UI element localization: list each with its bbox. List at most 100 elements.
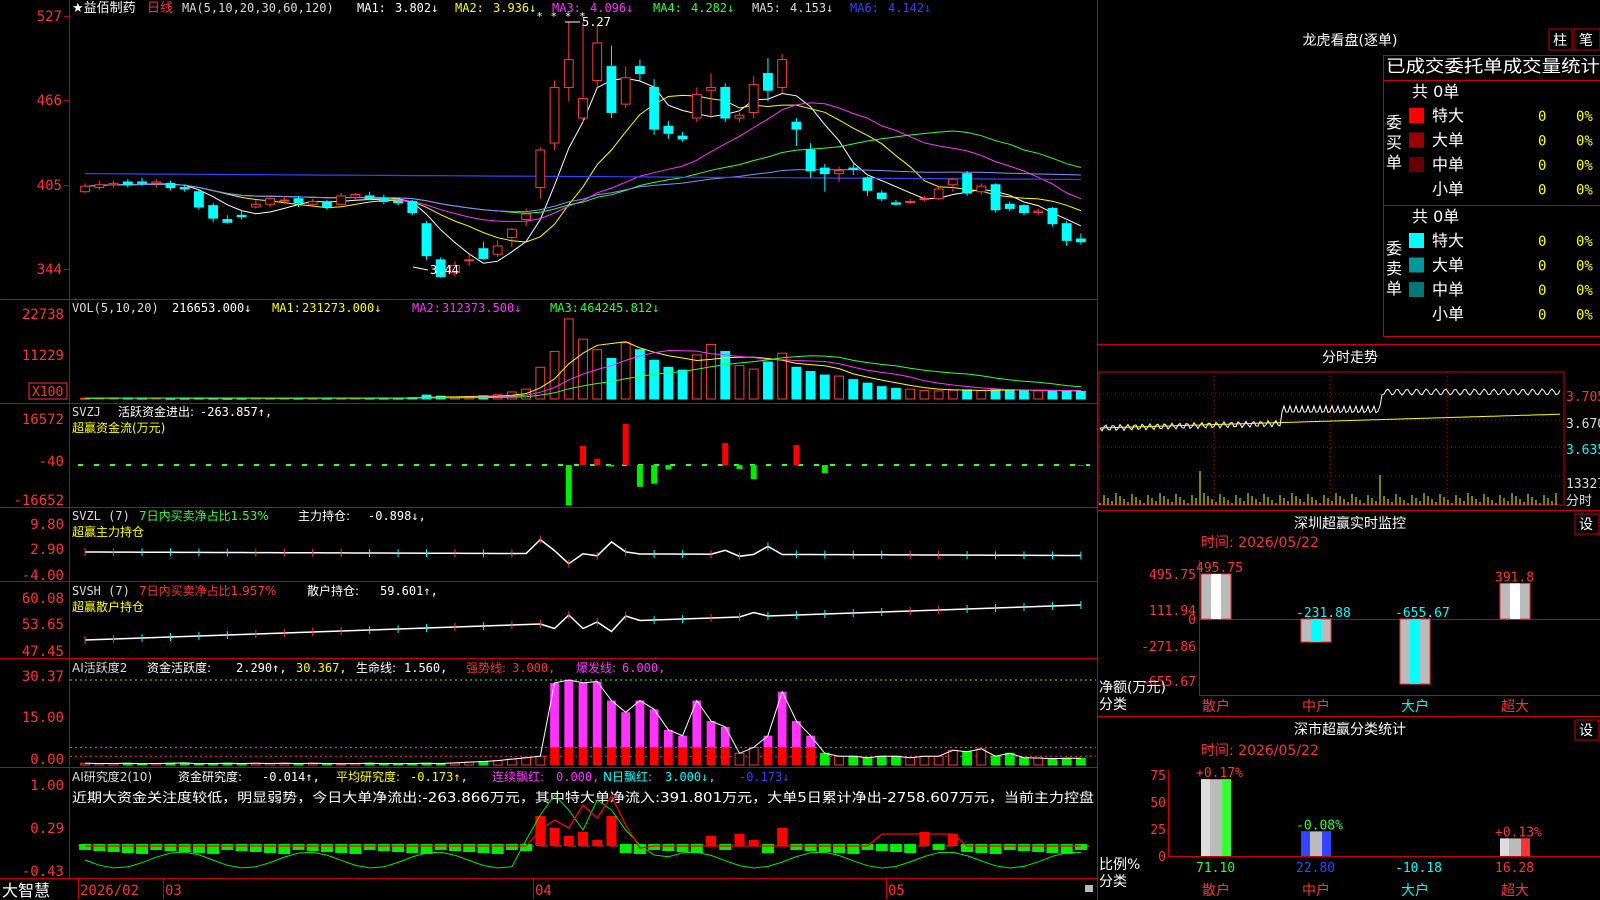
- ai-research-bar: [889, 844, 902, 852]
- monitor-bar-highlight: [1510, 583, 1520, 619]
- ai-research-bar: [463, 844, 476, 852]
- ai-active-chart: [70, 679, 1096, 766]
- dragon-title: 龙虎看盘(逐单): [1303, 32, 1398, 49]
- ai-research-bar: [947, 834, 958, 846]
- signal-star: *: [536, 10, 543, 23]
- signal-star: *: [565, 10, 572, 23]
- candle-body: [279, 199, 290, 202]
- lock-icon[interactable]: [1085, 885, 1093, 892]
- intraday-yaxis: 3.705 3.670 3.635 13327 分时: [1566, 390, 1600, 509]
- ai-active-label: 资金活跃度:: [147, 660, 211, 675]
- ai-research-bar: [662, 844, 675, 851]
- ai-active-bar: [564, 747, 574, 765]
- svzl-subtitle: 超赢主力持仓: [72, 524, 144, 539]
- candle-body: [919, 198, 930, 201]
- candle-body: [947, 178, 958, 186]
- period-label[interactable]: 日线: [147, 1, 173, 16]
- class-category: 散户: [1202, 882, 1230, 899]
- sz-class-axes: [1168, 770, 1600, 857]
- class-bar-shade: [1500, 838, 1509, 856]
- candle-body: [80, 185, 91, 193]
- vol-value: 216653.000↓: [172, 301, 251, 315]
- ai-research-bar: [606, 816, 617, 846]
- candle-body: [1019, 205, 1029, 214]
- svzl-ytick: -4.00: [22, 568, 64, 584]
- ai-active-bar: [706, 721, 716, 748]
- ai-active-bar: [763, 735, 773, 748]
- ai-avg-label: 平均研究度:: [336, 769, 400, 784]
- svzj-bar: [580, 445, 586, 465]
- candle-body: [933, 188, 944, 200]
- candle-body: [322, 202, 332, 208]
- kline-ytick-marks: [64, 16, 69, 270]
- volume-bar: [563, 318, 574, 400]
- ai-active-bar: [621, 712, 631, 748]
- ai-active-bar: [976, 748, 987, 766]
- ai-research-bar: [221, 844, 234, 850]
- intraday-vol: 13327: [1566, 477, 1600, 492]
- sz-monitor-ytick: 0: [1188, 613, 1196, 628]
- tick-mode-label[interactable]: 笔: [1579, 33, 1593, 49]
- volume-chart: [80, 318, 1086, 400]
- stock-name[interactable]: ★益佰制药: [72, 1, 136, 16]
- ai-active-bar: [990, 755, 1001, 766]
- sz-monitor-ytick: 495.75: [1149, 568, 1196, 583]
- vol-ma2-value: 312373.500↓: [442, 301, 521, 315]
- ai-nred-value2: -0.173↓: [739, 770, 790, 784]
- candle-body: [748, 84, 759, 113]
- class-bar-shade: [1301, 831, 1310, 856]
- ai-active-bar: [905, 757, 916, 766]
- volume-bar: [663, 366, 674, 400]
- ai-active-bar: [734, 752, 745, 766]
- kline-ytick: 344: [37, 262, 62, 278]
- ai-active-bar: [506, 758, 517, 766]
- volume-bar: [748, 368, 759, 400]
- candle-body: [293, 198, 304, 204]
- volume-bar: [734, 365, 745, 400]
- volume-bar: [805, 371, 816, 400]
- sz-monitor-settings-label[interactable]: 设: [1579, 517, 1593, 533]
- high-price-label: 5.27: [582, 15, 611, 29]
- sell-side-char: 单: [1386, 279, 1402, 298]
- order-size-label: 大单: [1432, 256, 1464, 275]
- volume-bar: [578, 338, 588, 400]
- sz-class-ylabel: 比例%: [1099, 857, 1140, 873]
- ai-research-bar: [619, 844, 632, 853]
- ai-active-bar: [933, 755, 944, 766]
- ai-active-bar: [891, 755, 901, 766]
- ai-active-value2: 30.367,: [296, 661, 347, 675]
- ai-red-value: 0.000,: [556, 770, 599, 784]
- svzj-chart: [78, 423, 1090, 506]
- candle-body: [137, 181, 147, 184]
- ma4-label: MA4:: [653, 1, 682, 15]
- class-bar-change: +0.17%: [1196, 766, 1243, 781]
- class-bar-value: 16.28: [1495, 861, 1534, 876]
- ai-research-bar: [320, 844, 333, 852]
- ai-active-bar: [550, 747, 559, 765]
- dragon-tabs[interactable]: 已成交委托单成交量统计: [1386, 57, 1600, 77]
- ai-research-bar: [719, 844, 732, 850]
- volume-bar: [848, 379, 859, 400]
- sz-class-settings-label[interactable]: 设: [1579, 723, 1593, 739]
- class-bar-change: +0.13%: [1495, 825, 1542, 840]
- candle-body: [891, 202, 901, 205]
- candle-body: [222, 219, 233, 223]
- candle-body: [578, 98, 588, 119]
- order-pct: 0%: [1576, 134, 1593, 150]
- volume-bar: [919, 390, 930, 400]
- ai-research-bar: [1074, 844, 1087, 850]
- sz-monitor-ytick: -271.86: [1141, 640, 1196, 655]
- candle-body: [492, 245, 503, 255]
- ai-research-header: AI研究度2(10) 资金研究度: -0.014↑, 平均研究度: -0.173…: [72, 769, 1094, 806]
- ai-active-bar: [678, 735, 687, 748]
- svsh-label: 散户持仓:: [307, 583, 359, 598]
- bar-mode-label[interactable]: 柱: [1553, 33, 1567, 49]
- monitor-category: 大户: [1401, 698, 1429, 715]
- svzl-title: SVZL (7): [72, 509, 130, 523]
- brand-label[interactable]: 大智慧: [2, 881, 50, 900]
- order-pct: 0%: [1576, 308, 1593, 324]
- ai-active-bar: [678, 747, 687, 765]
- ai-nred-label: N日飘红:: [603, 769, 652, 784]
- sell-rows: 特大 0 0% 大单 0 0% 中单 0 0% 小单 0 0%: [1409, 231, 1593, 324]
- order-pct: 0%: [1576, 259, 1593, 275]
